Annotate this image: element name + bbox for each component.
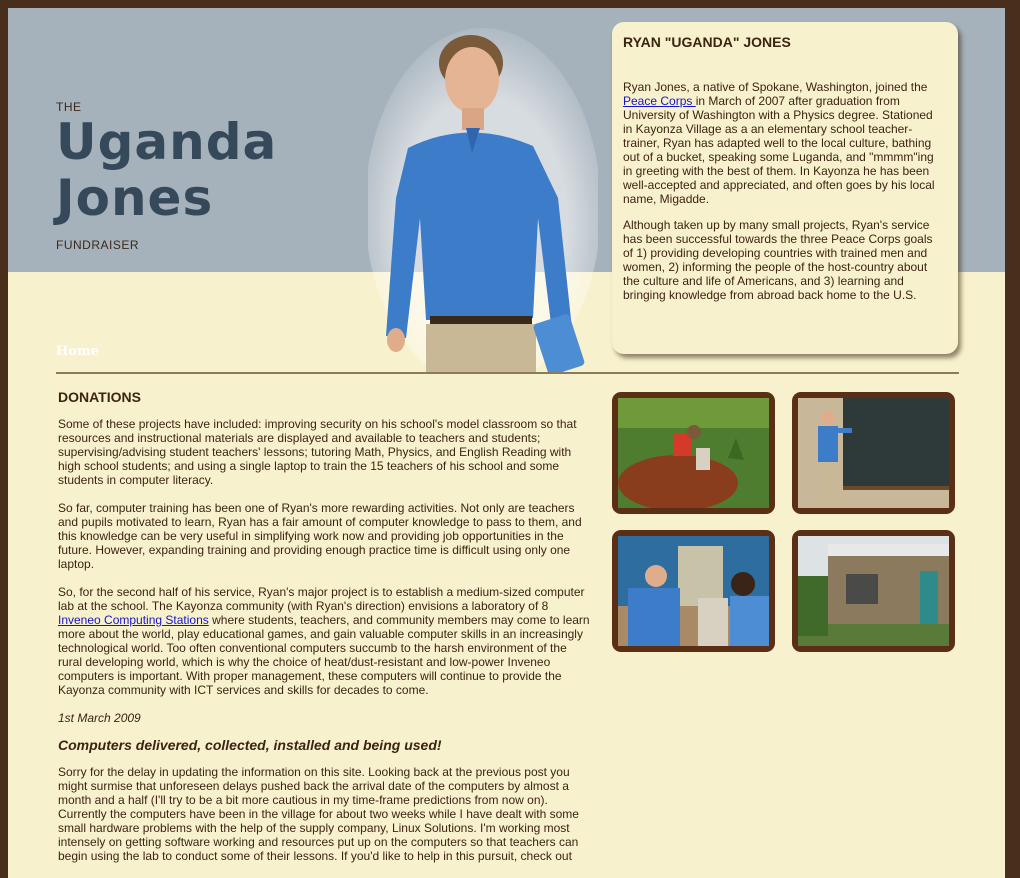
title-line-1: Uganda (56, 113, 278, 171)
main-content: DONATIONS Some of these projects have in… (58, 390, 592, 877)
content-paragraph-2: So far, computer training has been one o… (58, 501, 582, 571)
divider (56, 372, 959, 374)
title-prefix: THE (56, 100, 82, 114)
bio-paragraph-1: Ryan Jones, a native of Spokane, Washing… (623, 80, 944, 206)
page: THE Uganda Jones FUNDRAISER RYAN "UGANDA… (8, 8, 1005, 878)
photo-building-image (798, 536, 949, 646)
title-suffix: FUNDRAISER (56, 238, 140, 252)
inveneo-link[interactable]: Inveneo Computing Stations (58, 613, 209, 627)
content-paragraph-1: Some of these projects have included: im… (58, 417, 577, 487)
post-paragraph-1: Sorry for the delay in updating the info… (58, 765, 579, 863)
photo-chalkboard-image (798, 398, 949, 508)
photo-planting[interactable] (612, 392, 775, 514)
photo-chalkboard[interactable] (792, 392, 955, 514)
nav-home-link[interactable]: Home (56, 344, 99, 359)
bio-text-1a: Ryan Jones, a native of Spokane, Washing… (623, 80, 928, 94)
bio-paragraph-2: Although taken up by many small projects… (623, 218, 933, 302)
post-date: 1st March 2009 (58, 711, 141, 725)
site-title: THE Uganda Jones FUNDRAISER (56, 100, 277, 252)
portrait-image (368, 28, 598, 374)
bio-text-1b: in March of 2007 after graduation from U… (623, 94, 935, 206)
bio-card: RYAN "UGANDA" JONES Ryan Jones, a native… (612, 22, 958, 354)
photo-group[interactable] (612, 530, 775, 652)
content-paragraph-3: So, for the second half of his service, … (58, 585, 592, 697)
title-line-2: Jones (56, 169, 214, 227)
photo-building[interactable] (792, 530, 955, 652)
bio-title: RYAN "UGANDA" JONES (623, 34, 791, 50)
content-text-3a: So, for the second half of his service, … (58, 585, 585, 613)
photo-group-image (618, 536, 769, 646)
peace-corps-link[interactable]: Peace Corps (623, 94, 696, 108)
post-title: Computers delivered, collected, installe… (58, 737, 442, 753)
donations-heading: DONATIONS (58, 389, 141, 405)
photo-planting-image (618, 398, 769, 508)
